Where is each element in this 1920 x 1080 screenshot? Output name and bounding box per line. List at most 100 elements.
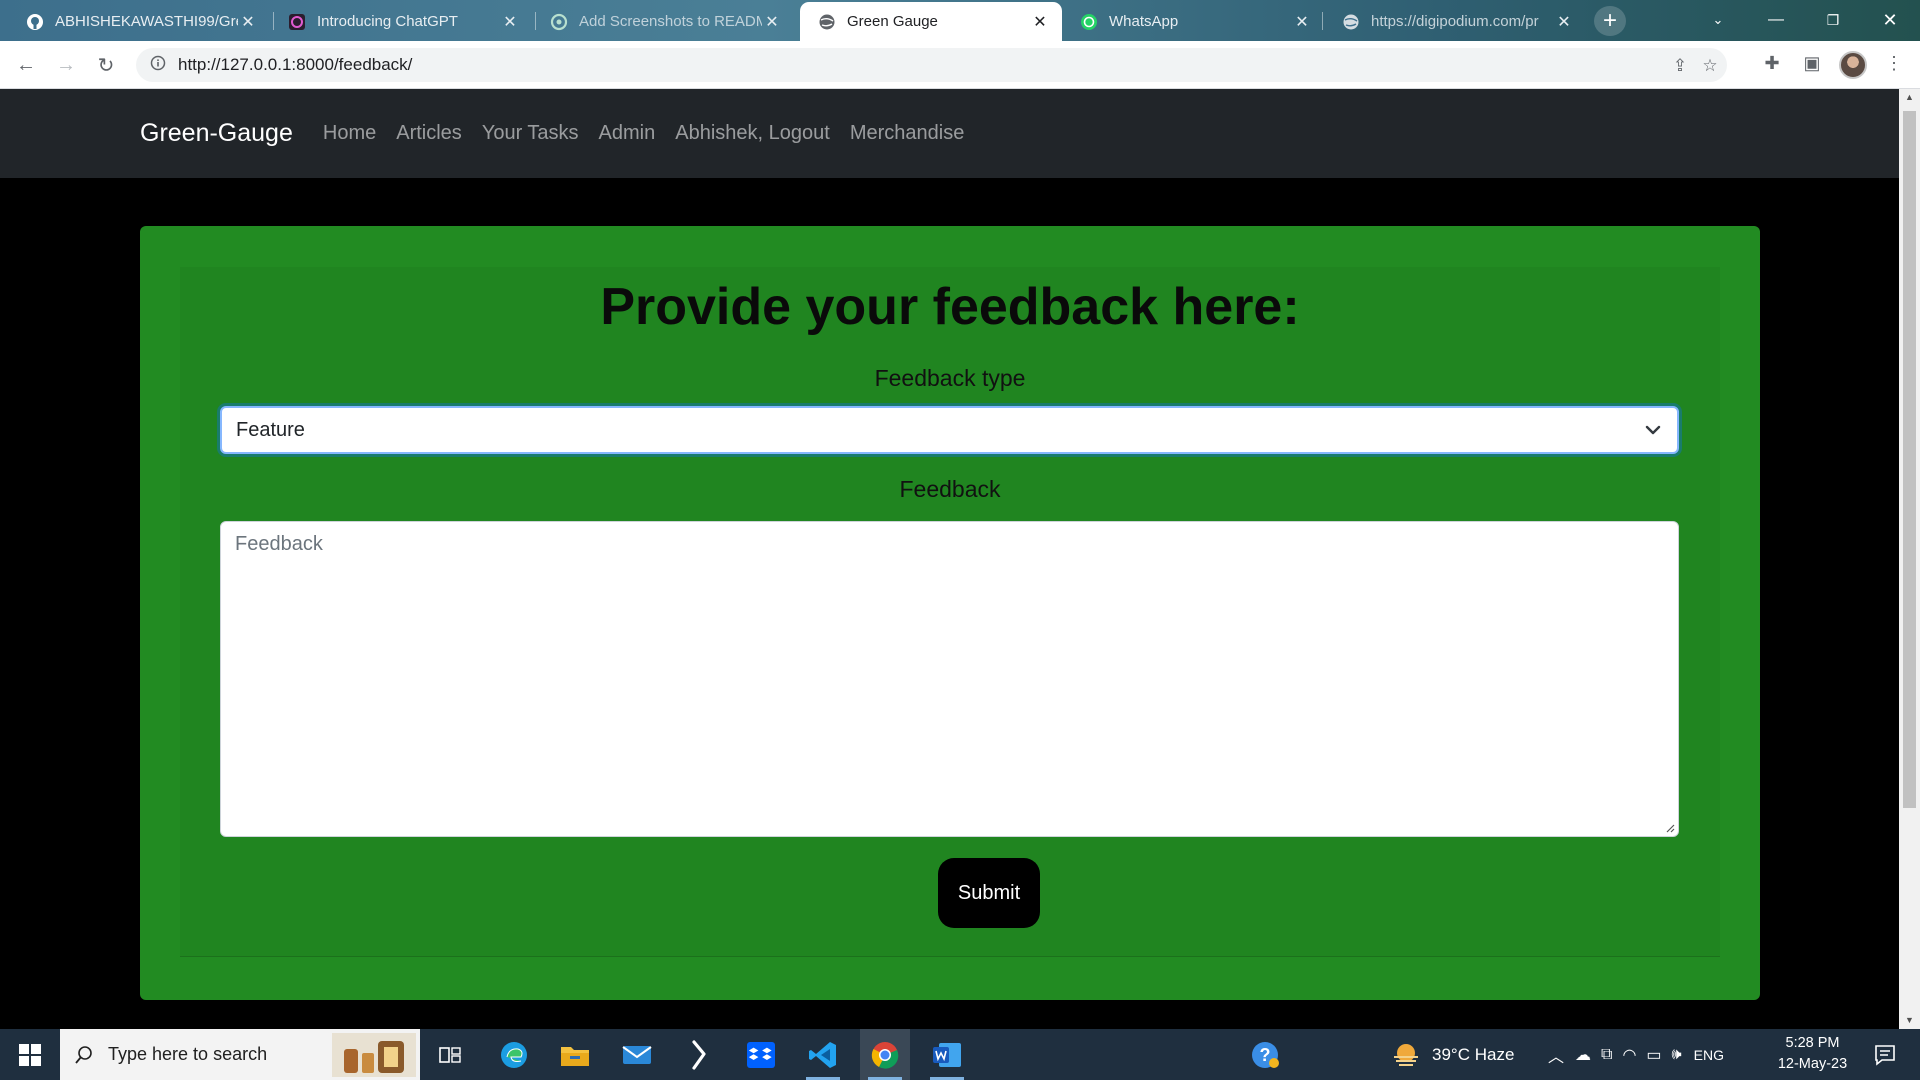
mail-icon[interactable] xyxy=(612,1029,662,1080)
weather-text: 39°C Haze xyxy=(1432,1044,1515,1064)
site-brand[interactable]: Green-Gauge xyxy=(140,119,293,148)
search-icon xyxy=(75,1045,92,1064)
tab-close-icon[interactable]: ✕ xyxy=(762,12,782,32)
svg-text:?: ? xyxy=(1260,1045,1271,1065)
meet-now-icon[interactable]: ⧉ xyxy=(1601,1046,1612,1064)
tab-add-screenshots[interactable]: Add Screenshots to READM ✕ xyxy=(532,2,794,41)
tab-separator xyxy=(1322,12,1323,30)
share-icon[interactable]: ⇪ xyxy=(1670,56,1690,76)
extensions-icon[interactable]: ✚ xyxy=(1760,53,1784,77)
language-indicator[interactable]: ENG xyxy=(1694,1047,1724,1063)
tab-chatgpt-intro[interactable]: Introducing ChatGPT ✕ xyxy=(270,2,532,41)
feedback-type-value: Feature xyxy=(236,418,305,441)
task-view-icon[interactable] xyxy=(425,1029,475,1080)
site-navbar: Green-Gauge Home Articles Your Tasks Adm… xyxy=(0,89,1899,178)
site-info-icon[interactable] xyxy=(150,55,166,76)
feedback-card: Provide your feedback here: Feedback typ… xyxy=(140,226,1760,1000)
vscode-icon[interactable] xyxy=(798,1029,848,1080)
file-explorer-icon[interactable] xyxy=(550,1029,600,1080)
nav-link-merchandise[interactable]: Merchandise xyxy=(850,122,965,145)
nav-link-admin[interactable]: Admin xyxy=(599,122,656,145)
tab-search-chevron-icon[interactable]: ⌄ xyxy=(1690,0,1746,40)
github-icon xyxy=(26,13,44,31)
scroll-thumb[interactable] xyxy=(1903,111,1916,808)
pinned-app-icon[interactable] xyxy=(674,1029,724,1080)
forward-arrow-icon[interactable]: → xyxy=(50,49,82,81)
scroll-up-icon[interactable]: ▲ xyxy=(1899,89,1920,106)
feedback-placeholder: Feedback xyxy=(235,533,323,555)
resize-grip-icon[interactable] xyxy=(1665,823,1675,833)
edge-browser-icon[interactable] xyxy=(489,1029,539,1080)
url-text: http://127.0.0.1:8000/feedback/ xyxy=(178,55,413,74)
globe-icon xyxy=(1342,13,1360,31)
tab-close-icon[interactable]: ✕ xyxy=(1030,12,1050,32)
scroll-down-icon[interactable]: ▼ xyxy=(1899,1012,1920,1029)
menu-kebab-icon[interactable]: ⋮ xyxy=(1882,53,1906,77)
windows-start-icon[interactable] xyxy=(0,1029,60,1080)
back-arrow-icon[interactable]: ← xyxy=(10,49,42,81)
tab-title: ABHISHEKAWASTHI99/Gre xyxy=(55,13,238,30)
wifi-icon[interactable]: ◠ xyxy=(1622,1045,1636,1065)
feedback-textarea[interactable]: Feedback xyxy=(220,521,1679,837)
tab-title: https://digipodium.com/pr xyxy=(1371,13,1539,30)
weather-widget[interactable]: 39°C Haze xyxy=(1392,1029,1514,1080)
globe-icon xyxy=(818,13,836,31)
nav-link-your-tasks[interactable]: Your Tasks xyxy=(482,122,579,145)
onedrive-cloud-icon[interactable]: ☁ xyxy=(1575,1045,1591,1065)
battery-icon[interactable]: ▭ xyxy=(1646,1045,1661,1065)
taskbar-search-placeholder: Type here to search xyxy=(108,1044,268,1064)
address-bar[interactable]: http://127.0.0.1:8000/feedback/ ⇪ ☆ xyxy=(136,48,1727,82)
taskbar-search-box[interactable]: Type here to search xyxy=(60,1029,420,1080)
tab-title: Green Gauge xyxy=(847,13,938,30)
page-scrollbar[interactable]: ▲ ▼ xyxy=(1899,89,1920,1029)
chrome-icon[interactable] xyxy=(860,1029,910,1080)
feedback-label: Feedback xyxy=(899,476,1001,502)
help-icon[interactable]: ? xyxy=(1240,1029,1290,1080)
tab-close-icon[interactable]: ✕ xyxy=(238,12,258,32)
openai-icon xyxy=(288,13,306,31)
tab-close-icon[interactable]: ✕ xyxy=(1292,12,1312,32)
new-tab-button[interactable]: + xyxy=(1594,6,1626,36)
feedback-type-select[interactable]: Feature xyxy=(220,406,1679,454)
show-hidden-icons-chevron-icon[interactable]: ︿ xyxy=(1548,1043,1564,1067)
minimize-icon[interactable]: — xyxy=(1748,0,1804,40)
volume-icon[interactable]: 🕪 xyxy=(1672,1046,1682,1064)
tab-green-gauge[interactable]: Green Gauge ✕ xyxy=(800,2,1062,41)
browser-tab-strip: ABHISHEKAWASTHI99/Gre ✕ Introducing Chat… xyxy=(0,0,1920,41)
haze-weather-icon xyxy=(1394,1043,1418,1066)
search-highlight-illustration xyxy=(332,1033,416,1077)
tab-title: WhatsApp xyxy=(1109,13,1179,30)
notifications-icon[interactable] xyxy=(1860,1029,1910,1080)
reload-icon[interactable]: ↻ xyxy=(90,49,122,81)
side-panel-icon[interactable]: ▣ xyxy=(1800,53,1824,77)
tab-title: Add Screenshots to READM xyxy=(579,13,762,30)
word-icon[interactable] xyxy=(922,1029,972,1080)
bookmark-star-icon[interactable]: ☆ xyxy=(1700,56,1720,76)
tab-digipodium[interactable]: https://digipodium.com/pr ✕ xyxy=(1324,2,1586,41)
tab-whatsapp[interactable]: WhatsApp ✕ xyxy=(1062,2,1324,41)
page-title: Provide your feedback here: xyxy=(600,278,1300,336)
window-close-icon[interactable]: ✕ xyxy=(1862,0,1918,40)
whatsapp-icon xyxy=(1080,13,1098,31)
tab-title: Introducing ChatGPT xyxy=(317,13,458,30)
taskbar-clock[interactable]: 5:28 PM 12-May-23 xyxy=(1770,1033,1855,1075)
tab-close-icon[interactable]: ✕ xyxy=(1554,12,1574,32)
chevron-down-icon xyxy=(1645,425,1661,435)
tab-github[interactable]: ABHISHEKAWASTHI99/Gre ✕ xyxy=(8,2,270,41)
tab-close-icon[interactable]: ✕ xyxy=(500,12,520,32)
page-viewport: Green-Gauge Home Articles Your Tasks Adm… xyxy=(0,89,1899,1029)
nav-link-articles[interactable]: Articles xyxy=(396,122,462,145)
windows-taskbar: Type here to search ? 39°C Haze ︿ ☁ ⧉ ◠ … xyxy=(0,1029,1920,1080)
browser-toolbar: ← → ↻ http://127.0.0.1:8000/feedback/ ⇪ … xyxy=(0,41,1920,89)
feedback-form: Provide your feedback here: Feedback typ… xyxy=(180,267,1720,957)
tray-icons: ︿ ☁ ⧉ ◠ ▭ 🕪 ENG xyxy=(1548,1029,1724,1080)
nav-link-logout[interactable]: Abhishek, Logout xyxy=(675,122,830,145)
restore-icon[interactable]: ❐ xyxy=(1805,0,1861,40)
clock-date: 12-May-23 xyxy=(1777,1056,1848,1072)
profile-avatar[interactable] xyxy=(1839,51,1867,79)
clock-time: 5:28 PM xyxy=(1785,1035,1840,1051)
nav-link-home[interactable]: Home xyxy=(323,122,376,145)
submit-button[interactable]: Submit xyxy=(938,858,1040,928)
dropbox-icon[interactable] xyxy=(736,1029,786,1080)
chatgpt-icon xyxy=(550,13,568,31)
